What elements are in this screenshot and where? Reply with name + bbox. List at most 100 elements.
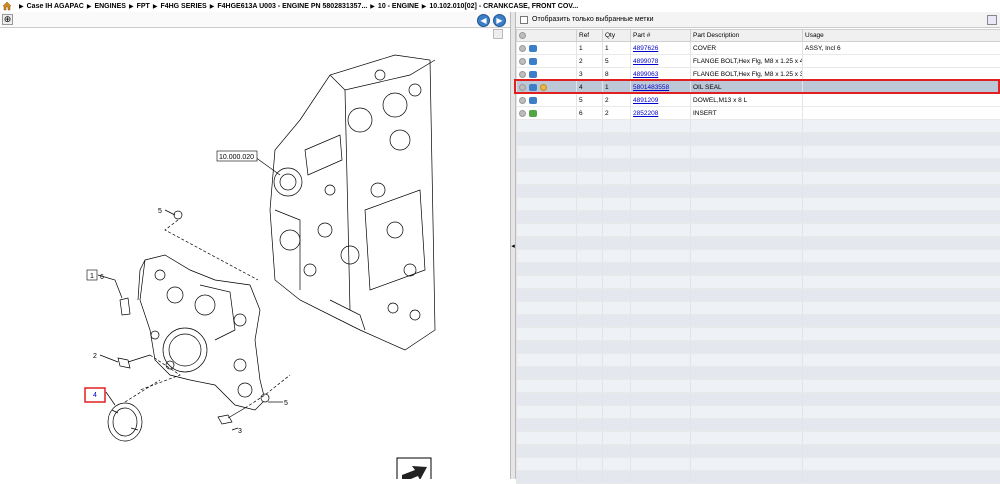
crankcase-block bbox=[270, 55, 435, 350]
cell-usage: ASSY, Incl 6 bbox=[803, 42, 1000, 55]
parts-table: Ref Qty Part # Part Description Usage 1 … bbox=[516, 29, 1000, 484]
cell-qty: 1 bbox=[603, 81, 631, 94]
breadcrumb-item-current: 10.102.010[02] - CRANKCASE, FRONT COV... bbox=[429, 3, 578, 10]
exploded-parts-diagram: 10.000.020 1 6 5 2 4 5 3 bbox=[0, 30, 505, 479]
collapse-arrow-icon[interactable]: ◂ bbox=[511, 242, 515, 252]
empty-row bbox=[517, 406, 1000, 419]
part-number-link[interactable]: 2852208 bbox=[633, 110, 658, 117]
minus-icon[interactable] bbox=[519, 97, 526, 104]
breadcrumb-separator-icon: ▶ bbox=[370, 3, 375, 10]
cell-description: FLANGE BOLT,Hex Flg, M8 x 1.25 x 45 bbox=[691, 55, 803, 68]
cell-usage bbox=[803, 68, 1000, 81]
next-diagram-button[interactable]: ▶ bbox=[493, 14, 506, 27]
cell-description: COVER bbox=[691, 42, 803, 55]
minus-icon[interactable] bbox=[519, 84, 526, 91]
breadcrumb-separator-icon: ▶ bbox=[129, 3, 134, 10]
breadcrumb-item[interactable]: F4HGE613A U003 - ENGINE PN 5802831357... bbox=[217, 3, 367, 10]
cell-ref: 3 bbox=[577, 68, 603, 81]
breadcrumb-item[interactable]: Case IH AGAPAC bbox=[27, 3, 84, 10]
expand-icon[interactable]: ⊕ bbox=[2, 14, 13, 25]
minus-icon[interactable] bbox=[519, 58, 526, 65]
minus-icon[interactable] bbox=[519, 71, 526, 78]
table-options-icon[interactable] bbox=[987, 15, 997, 25]
part-number-link[interactable]: 4899063 bbox=[633, 71, 658, 78]
minus-icon bbox=[519, 32, 526, 39]
empty-row bbox=[517, 354, 1000, 367]
column-header-ref[interactable]: Ref bbox=[577, 30, 603, 42]
cart-icon[interactable] bbox=[529, 71, 537, 78]
empty-row bbox=[517, 289, 1000, 302]
empty-row bbox=[517, 419, 1000, 432]
select-all-icon[interactable] bbox=[517, 30, 577, 42]
breadcrumb-item[interactable]: FPT bbox=[137, 3, 150, 10]
column-header-qty[interactable]: Qty bbox=[603, 30, 631, 42]
breadcrumb-separator-icon: ▶ bbox=[19, 3, 24, 10]
show-selected-only-label: Отобразить только выбранные метки bbox=[532, 16, 653, 23]
part-number-link[interactable]: 4891209 bbox=[633, 97, 658, 104]
cell-qty: 2 bbox=[603, 107, 631, 120]
cell-usage bbox=[803, 81, 1000, 94]
cart-icon[interactable] bbox=[529, 97, 537, 104]
column-header-usage[interactable]: Usage bbox=[803, 30, 1000, 42]
callout-5-top[interactable]: 5 bbox=[158, 208, 162, 215]
breadcrumb-item[interactable]: ENGINES bbox=[94, 3, 126, 10]
return-arrow-icon[interactable] bbox=[397, 458, 431, 479]
cart-icon[interactable] bbox=[529, 110, 537, 117]
empty-row bbox=[517, 263, 1000, 276]
filter-bar: Отобразить только выбранные метки bbox=[516, 12, 1000, 28]
cell-ref: 2 bbox=[577, 55, 603, 68]
empty-row bbox=[517, 315, 1000, 328]
empty-row bbox=[517, 471, 1000, 484]
show-selected-only-checkbox[interactable] bbox=[520, 16, 528, 24]
empty-row bbox=[517, 120, 1000, 133]
callout-10000020[interactable]: 10.000.020 bbox=[219, 154, 254, 161]
column-header-part[interactable]: Part # bbox=[631, 30, 691, 42]
breadcrumb: ▶ Case IH AGAPAC ▶ ENGINES ▶ FPT ▶ F4HG … bbox=[0, 0, 1000, 12]
cell-qty: 2 bbox=[603, 94, 631, 107]
minus-icon[interactable] bbox=[519, 110, 526, 117]
minus-icon[interactable] bbox=[519, 45, 526, 52]
table-header-row: Ref Qty Part # Part Description Usage bbox=[517, 30, 1000, 42]
home-icon[interactable] bbox=[2, 1, 12, 11]
empty-row bbox=[517, 250, 1000, 263]
empty-row bbox=[517, 380, 1000, 393]
table-row-selected[interactable]: 4 1 5801483558 OIL SEAL bbox=[517, 81, 1000, 94]
breadcrumb-item[interactable]: F4HG SERIES bbox=[160, 3, 206, 10]
cell-ref: 4 bbox=[577, 81, 603, 94]
breadcrumb-separator-icon: ▶ bbox=[422, 3, 427, 10]
cell-ref: 1 bbox=[577, 42, 603, 55]
cell-description: DOWEL,M13 x 8 L bbox=[691, 94, 803, 107]
table-row[interactable]: 5 2 4891209 DOWEL,M13 x 8 L bbox=[517, 94, 1000, 107]
table-row[interactable]: 6 2 2852208 INSERT bbox=[517, 107, 1000, 120]
cell-usage bbox=[803, 94, 1000, 107]
callout-4[interactable]: 4 bbox=[93, 392, 97, 399]
cart-icon[interactable] bbox=[529, 58, 537, 65]
note-icon[interactable] bbox=[540, 84, 547, 91]
cell-usage bbox=[803, 55, 1000, 68]
empty-row bbox=[517, 432, 1000, 445]
part-number-link[interactable]: 5801483558 bbox=[633, 84, 669, 91]
breadcrumb-item[interactable]: 10 - ENGINE bbox=[378, 3, 419, 10]
empty-rows bbox=[517, 120, 1000, 484]
table-row[interactable]: 2 5 4899078 FLANGE BOLT,Hex Flg, M8 x 1.… bbox=[517, 55, 1000, 68]
callout-3[interactable]: 3 bbox=[238, 428, 242, 435]
part-number-link[interactable]: 4899078 bbox=[633, 58, 658, 65]
cart-icon[interactable] bbox=[529, 84, 537, 91]
cell-qty: 1 bbox=[603, 42, 631, 55]
empty-row bbox=[517, 328, 1000, 341]
table-row[interactable]: 3 8 4899063 FLANGE BOLT,Hex Flg, M8 x 1.… bbox=[517, 68, 1000, 81]
column-header-description[interactable]: Part Description bbox=[691, 30, 803, 42]
part-number-link[interactable]: 4897626 bbox=[633, 45, 658, 52]
callout-6[interactable]: 6 bbox=[100, 274, 104, 281]
table-row[interactable]: 1 1 4897626 COVER ASSY, Incl 6 bbox=[517, 42, 1000, 55]
cell-usage bbox=[803, 107, 1000, 120]
empty-row bbox=[517, 393, 1000, 406]
callout-5-bottom[interactable]: 5 bbox=[284, 400, 288, 407]
cart-icon[interactable] bbox=[529, 45, 537, 52]
parts-list-pane: Отобразить только выбранные метки Ref Qt… bbox=[516, 12, 1000, 479]
previous-diagram-button[interactable]: ◀ bbox=[477, 14, 490, 27]
callout-1[interactable]: 1 bbox=[90, 273, 94, 280]
empty-row bbox=[517, 185, 1000, 198]
breadcrumb-separator-icon: ▶ bbox=[153, 3, 158, 10]
callout-2[interactable]: 2 bbox=[93, 353, 97, 360]
